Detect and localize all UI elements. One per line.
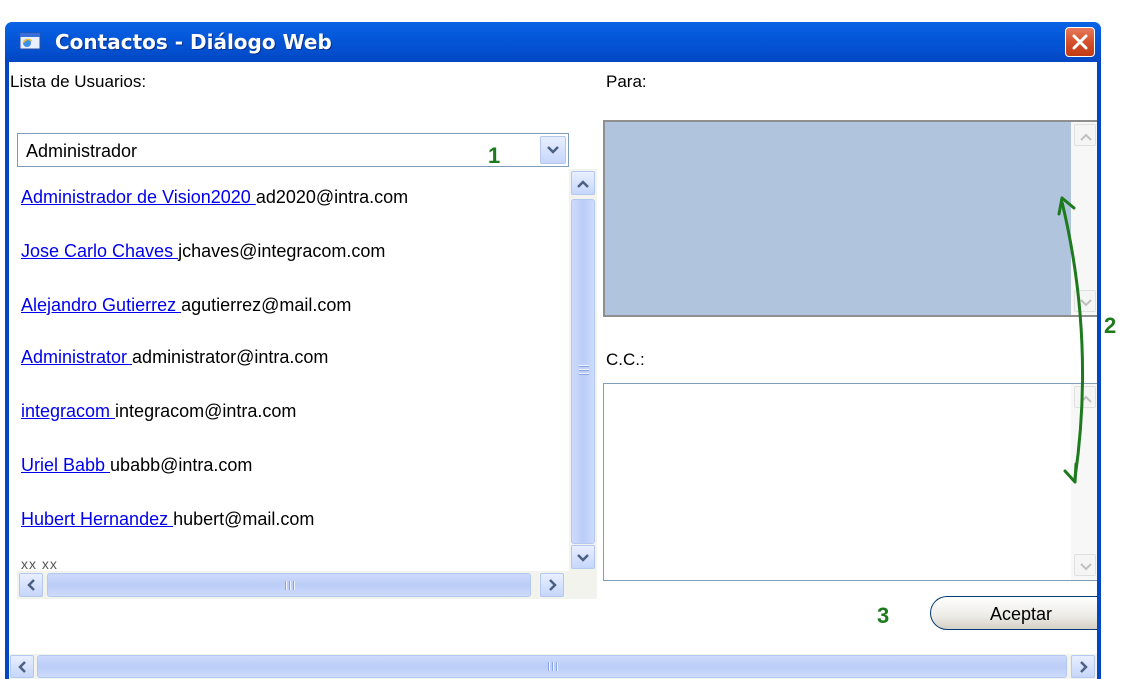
ie-window-icon: [19, 31, 41, 51]
user-email: ad2020@intra.com: [255, 187, 409, 207]
cc-textarea[interactable]: [603, 383, 1097, 581]
list-item[interactable]: Administrator administrator@intra.com: [21, 347, 328, 368]
user-link[interactable]: Administrator: [21, 347, 132, 367]
chevron-right-icon: [549, 579, 557, 591]
window-title: Contactos - Diálogo Web: [55, 30, 332, 54]
scroll-up-button[interactable]: [1074, 124, 1096, 146]
users-list-vertical-scrollbar[interactable]: [569, 169, 597, 571]
user-link[interactable]: integracom: [21, 401, 115, 421]
user-email: jchaves@integracom.com: [178, 241, 386, 261]
list-item-truncated[interactable]: xx xx: [21, 556, 58, 571]
scroll-thumb[interactable]: [47, 573, 531, 597]
users-list-horizontal-scrollbar[interactable]: [17, 571, 597, 599]
user-link[interactable]: Hubert Hernandez: [21, 509, 173, 529]
scroll-down-button[interactable]: [1074, 554, 1096, 576]
list-item[interactable]: Jose Carlo Chaves jchaves@integracom.com: [21, 241, 385, 262]
chevron-down-icon: [577, 554, 589, 562]
user-email: hubert@mail.com: [173, 509, 315, 529]
annotation-3: 3: [877, 603, 890, 628]
chevron-right-icon: [1080, 661, 1088, 673]
grip-icon: [579, 365, 589, 375]
close-x-icon: [1072, 34, 1088, 50]
to-label: Para:: [606, 72, 647, 91]
scroll-thumb[interactable]: [571, 199, 595, 544]
scroll-down-button[interactable]: [571, 545, 595, 569]
select-dropdown-button[interactable]: [540, 136, 566, 164]
scroll-right-button[interactable]: [540, 573, 564, 597]
user-email: ubabb@intra.com: [110, 455, 253, 475]
title-bar[interactable]: Contactos - Diálogo Web: [5, 22, 1101, 62]
dialog-window: Contactos - Diálogo Web Lista de Usuario…: [0, 0, 1128, 679]
grip-icon: [548, 662, 558, 672]
user-link[interactable]: Uriel Babb: [21, 455, 110, 475]
users-list[interactable]: Administrador de Vision2020 ad2020@intra…: [17, 169, 569, 571]
to-textarea[interactable]: [603, 120, 1097, 317]
list-item[interactable]: integracom integracom@intra.com: [21, 401, 296, 422]
close-button[interactable]: [1065, 27, 1095, 57]
select-value: Administrador: [26, 141, 138, 161]
users-group-select[interactable]: Administrador: [17, 133, 569, 167]
chevron-up-icon: [1080, 133, 1092, 141]
list-item[interactable]: Hubert Hernandez hubert@mail.com: [21, 509, 314, 530]
window-frame-left: [5, 62, 9, 679]
grip-icon: [285, 581, 295, 591]
annotation-1: 1: [488, 143, 501, 168]
list-item[interactable]: Uriel Babb ubabb@intra.com: [21, 455, 252, 476]
users-list-label: Lista de Usuarios:: [10, 72, 147, 91]
scroll-right-button[interactable]: [1071, 655, 1095, 678]
user-email: administrator@intra.com: [132, 347, 329, 367]
annotation-2: 2: [1104, 313, 1117, 338]
scroll-left-button[interactable]: [19, 573, 43, 597]
user-email: agutierrez@mail.com: [181, 295, 352, 315]
user-link[interactable]: Administrador de Vision2020: [21, 187, 256, 207]
cc-label: C.C.:: [606, 350, 645, 369]
user-link[interactable]: Jose Carlo Chaves: [21, 241, 178, 261]
list-item[interactable]: Administrador de Vision2020 ad2020@intra…: [21, 187, 408, 208]
scroll-left-button[interactable]: [10, 655, 34, 678]
accept-button[interactable]: Aceptar: [930, 596, 1097, 630]
chevron-left-icon: [18, 661, 26, 673]
chevron-down-icon: [1080, 563, 1092, 571]
chevron-left-icon: [27, 579, 35, 591]
scroll-thumb[interactable]: [37, 655, 1067, 678]
window-horizontal-scrollbar[interactable]: [9, 654, 1097, 679]
double-arrow-annotation: [1057, 196, 1085, 484]
user-email: integracom@intra.com: [115, 401, 297, 421]
chevron-up-icon: [577, 180, 589, 188]
list-item[interactable]: Alejandro Gutierrez agutierrez@mail.com: [21, 295, 351, 316]
chevron-down-icon: [547, 146, 559, 154]
scroll-up-button[interactable]: [571, 171, 595, 195]
user-link[interactable]: Alejandro Gutierrez: [21, 295, 181, 315]
